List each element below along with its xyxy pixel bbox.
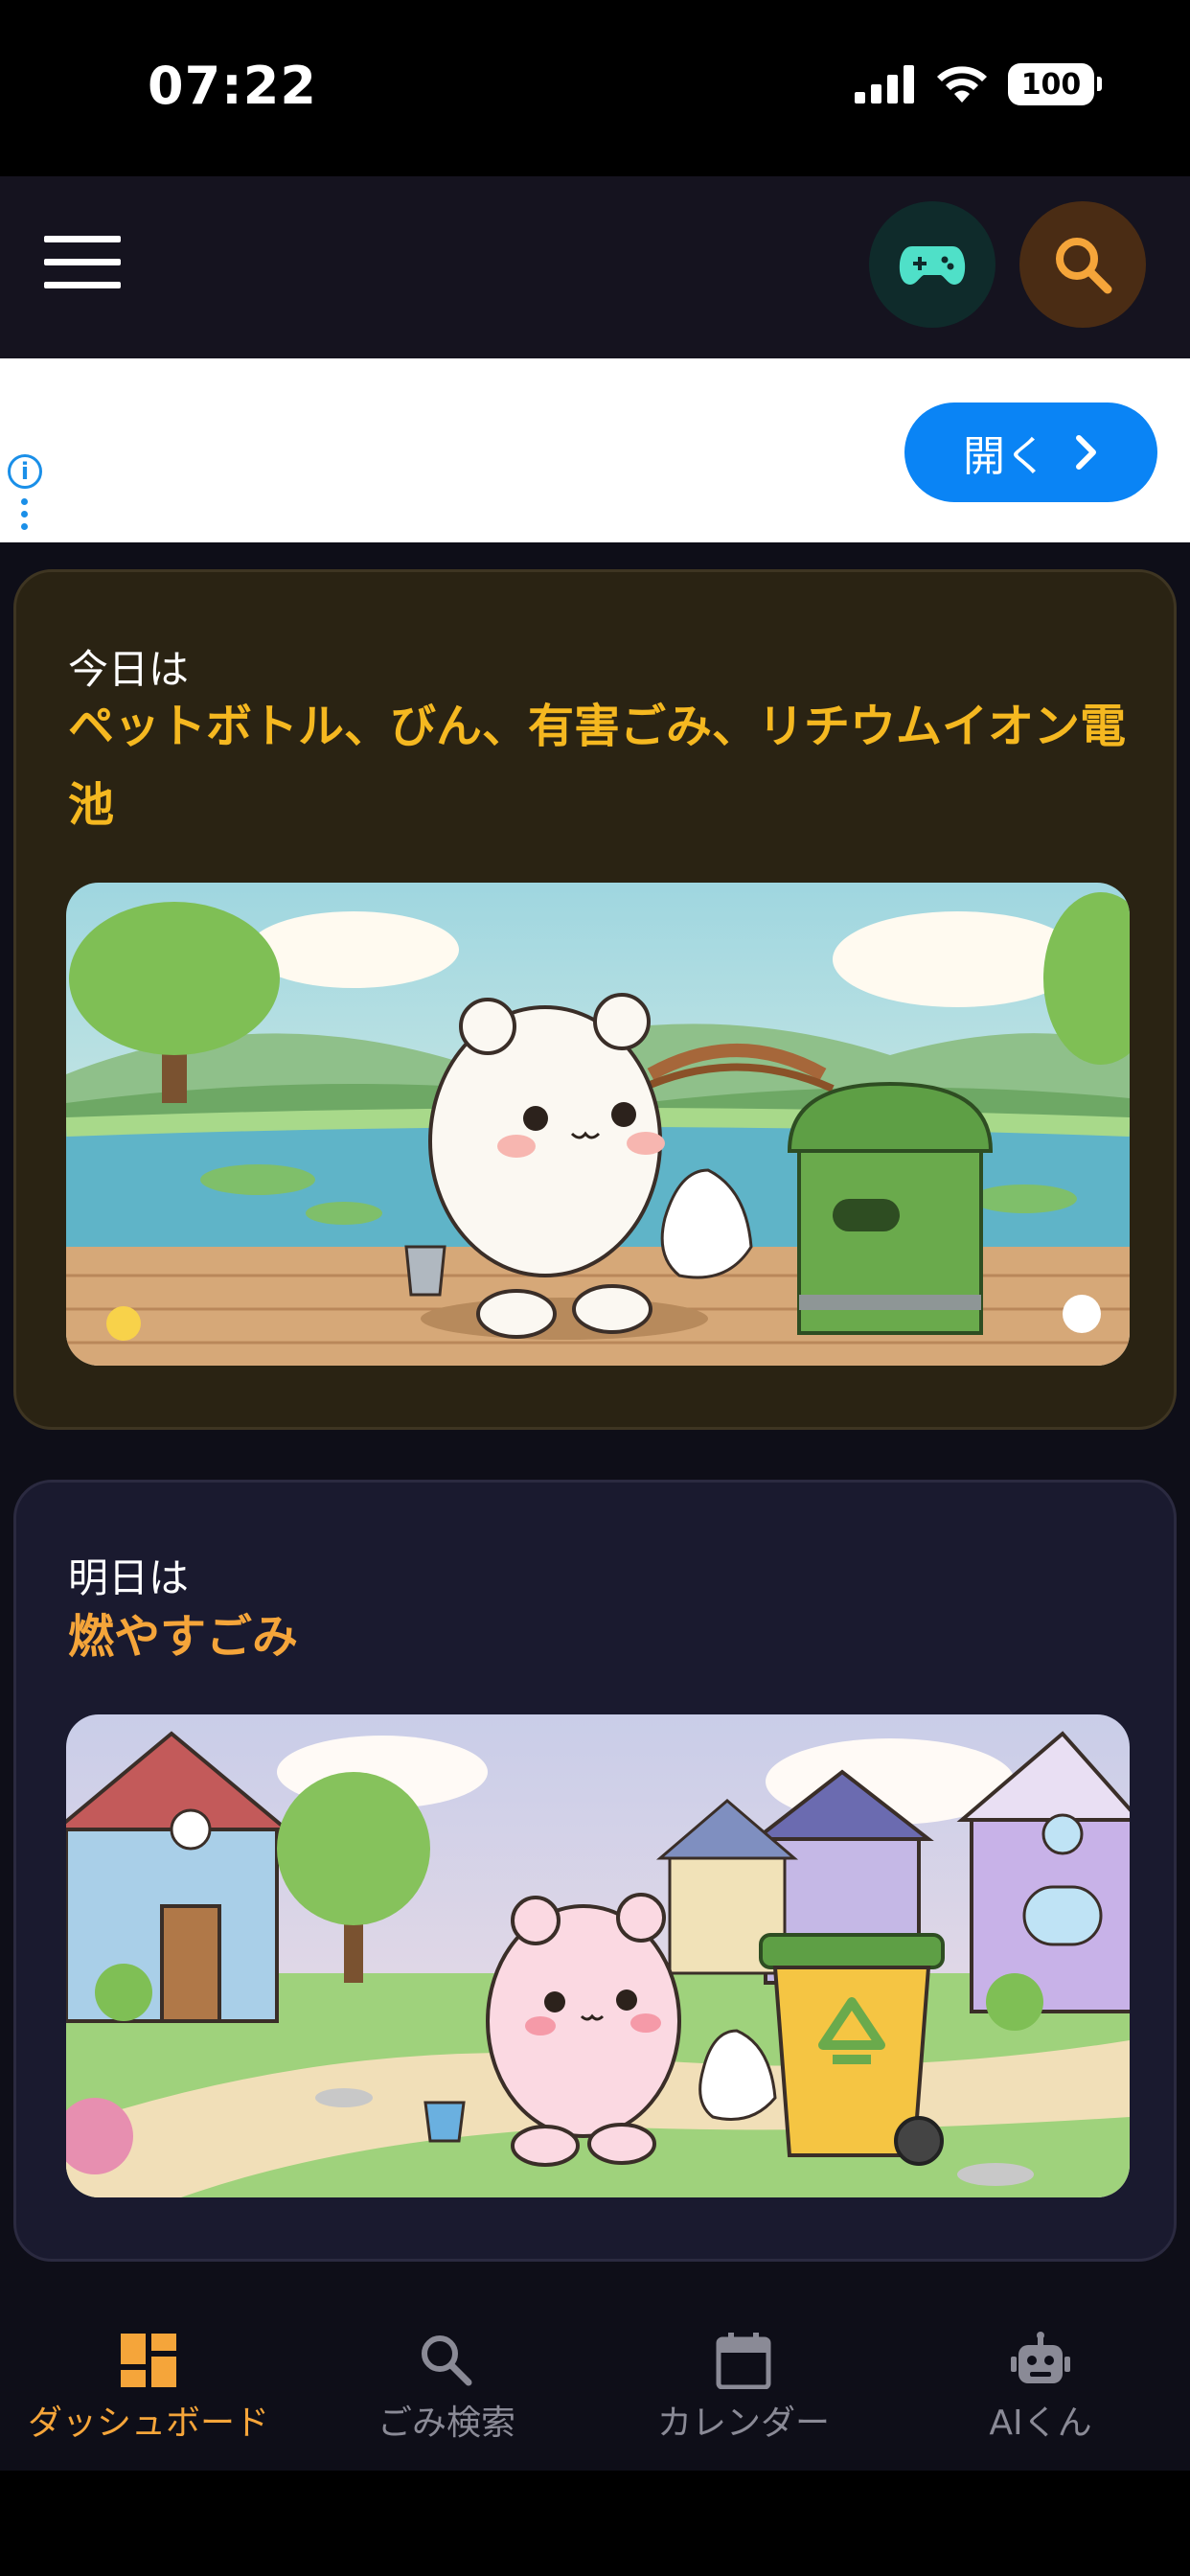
gamepad-icon xyxy=(899,246,966,285)
search-button[interactable] xyxy=(1019,201,1146,328)
tab-ai-label: AIくん xyxy=(989,2404,1092,2443)
app-screen: 07:22 100 i 開く 今日は ペットボトル、びん、有害ごみ、リチウムイオ… xyxy=(0,0,1190,2576)
today-illustration xyxy=(66,883,1130,1366)
app-header xyxy=(0,176,1190,358)
info-icon[interactable]: i xyxy=(8,454,42,489)
dashboard-icon xyxy=(121,2334,176,2387)
game-button[interactable] xyxy=(869,201,995,328)
tab-search[interactable]: ごみ検索 xyxy=(298,2286,595,2471)
ad-banner[interactable]: i 開く xyxy=(0,358,1190,542)
tab-ai[interactable]: AIくん xyxy=(892,2286,1189,2471)
tomorrow-illustration xyxy=(66,1714,1130,2197)
tomorrow-label: 明日は xyxy=(68,1554,190,1601)
search-icon xyxy=(1056,238,1112,294)
wifi-icon xyxy=(937,66,987,103)
tab-calendar-label: カレンダー xyxy=(656,2404,830,2443)
battery-icon: 100 xyxy=(1008,63,1102,105)
bottom-nav: ダッシュボード ごみ検索 カレンダー AIくん xyxy=(0,2286,1190,2471)
ad-open-label: 開く xyxy=(963,433,1047,480)
search-icon xyxy=(422,2335,472,2386)
today-garbage-types: ペットボトル、びん、有害ごみ、リチウムイオン電池 xyxy=(68,700,1127,832)
hamburger-menu-icon[interactable] xyxy=(44,236,123,297)
tomorrow-garbage-types: 燃やすごみ xyxy=(68,1610,299,1664)
status-time: 07:22 xyxy=(148,56,317,116)
tab-dashboard-label: ダッシュボード xyxy=(27,2404,269,2443)
calendar-icon xyxy=(716,2333,771,2389)
status-icons: 100 xyxy=(855,63,1102,105)
robot-icon xyxy=(1011,2332,1070,2383)
tab-search-label: ごみ検索 xyxy=(377,2404,515,2443)
ad-open-button[interactable]: 開く xyxy=(904,402,1157,502)
home-indicator-area xyxy=(0,2471,1190,2576)
tab-calendar[interactable]: カレンダー xyxy=(595,2286,892,2471)
today-card[interactable]: 今日は ペットボトル、びん、有害ごみ、リチウムイオン電池 xyxy=(13,569,1177,1430)
chevron-right-icon xyxy=(1076,435,1096,470)
status-bar: 07:22 100 xyxy=(0,0,1190,176)
cellular-signal-icon xyxy=(855,65,914,104)
tab-dashboard[interactable]: ダッシュボード xyxy=(0,2286,297,2471)
tomorrow-card[interactable]: 明日は 燃やすごみ xyxy=(13,1480,1177,2262)
more-options-icon[interactable] xyxy=(21,498,29,536)
